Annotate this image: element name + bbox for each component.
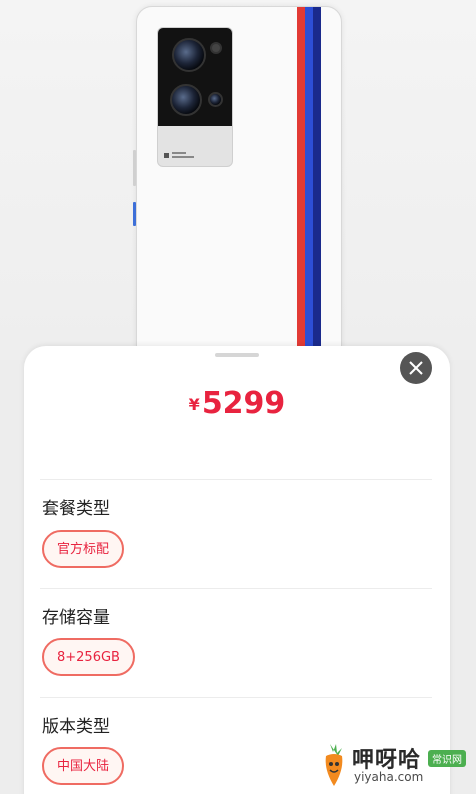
- stripe-navy: [313, 7, 321, 367]
- package-type-title: 套餐类型: [42, 499, 110, 519]
- carrot-mascot-icon: [325, 744, 343, 786]
- stripe-blue: [305, 7, 313, 367]
- lens-icon: [208, 92, 223, 107]
- storage-option-chip[interactable]: 8+256GB: [42, 638, 135, 676]
- divider: [40, 588, 432, 589]
- storage-title: 存储容量: [42, 608, 110, 628]
- stripe-red: [297, 7, 305, 367]
- phone-back-image: [136, 6, 342, 368]
- product-image: [0, 0, 476, 368]
- options-sheet: ¥5299 套餐类型 官方标配 存储容量 8+256GB 版本类型 中国大陆: [24, 346, 450, 794]
- close-button[interactable]: [400, 352, 432, 384]
- close-icon: [409, 361, 423, 375]
- camera-badge-icon: [164, 152, 194, 160]
- product-options-screen: ¥5299 套餐类型 官方标配 存储容量 8+256GB 版本类型 中国大陆 呷…: [0, 0, 476, 794]
- phone-side-button: [133, 150, 136, 186]
- version-title: 版本类型: [42, 717, 110, 737]
- camera-module: [157, 27, 233, 167]
- lens-icon: [210, 42, 222, 54]
- sheet-drag-handle[interactable]: [215, 353, 259, 357]
- price-value: 5299: [201, 386, 286, 421]
- phone-side-button: [133, 202, 136, 226]
- site-watermark: 呷呀哈 常识网 yiyaha.com: [320, 740, 470, 790]
- price-currency: ¥: [188, 395, 200, 414]
- price: ¥5299: [24, 386, 450, 421]
- divider: [40, 479, 432, 480]
- lens-icon: [172, 38, 206, 72]
- package-option-chip[interactable]: 官方标配: [42, 530, 125, 568]
- watermark-badge: 常识网: [428, 750, 466, 767]
- divider: [40, 697, 432, 698]
- version-option-chip[interactable]: 中国大陆: [42, 747, 125, 785]
- watermark-domain: yiyaha.com: [354, 770, 424, 784]
- lens-icon: [170, 84, 202, 116]
